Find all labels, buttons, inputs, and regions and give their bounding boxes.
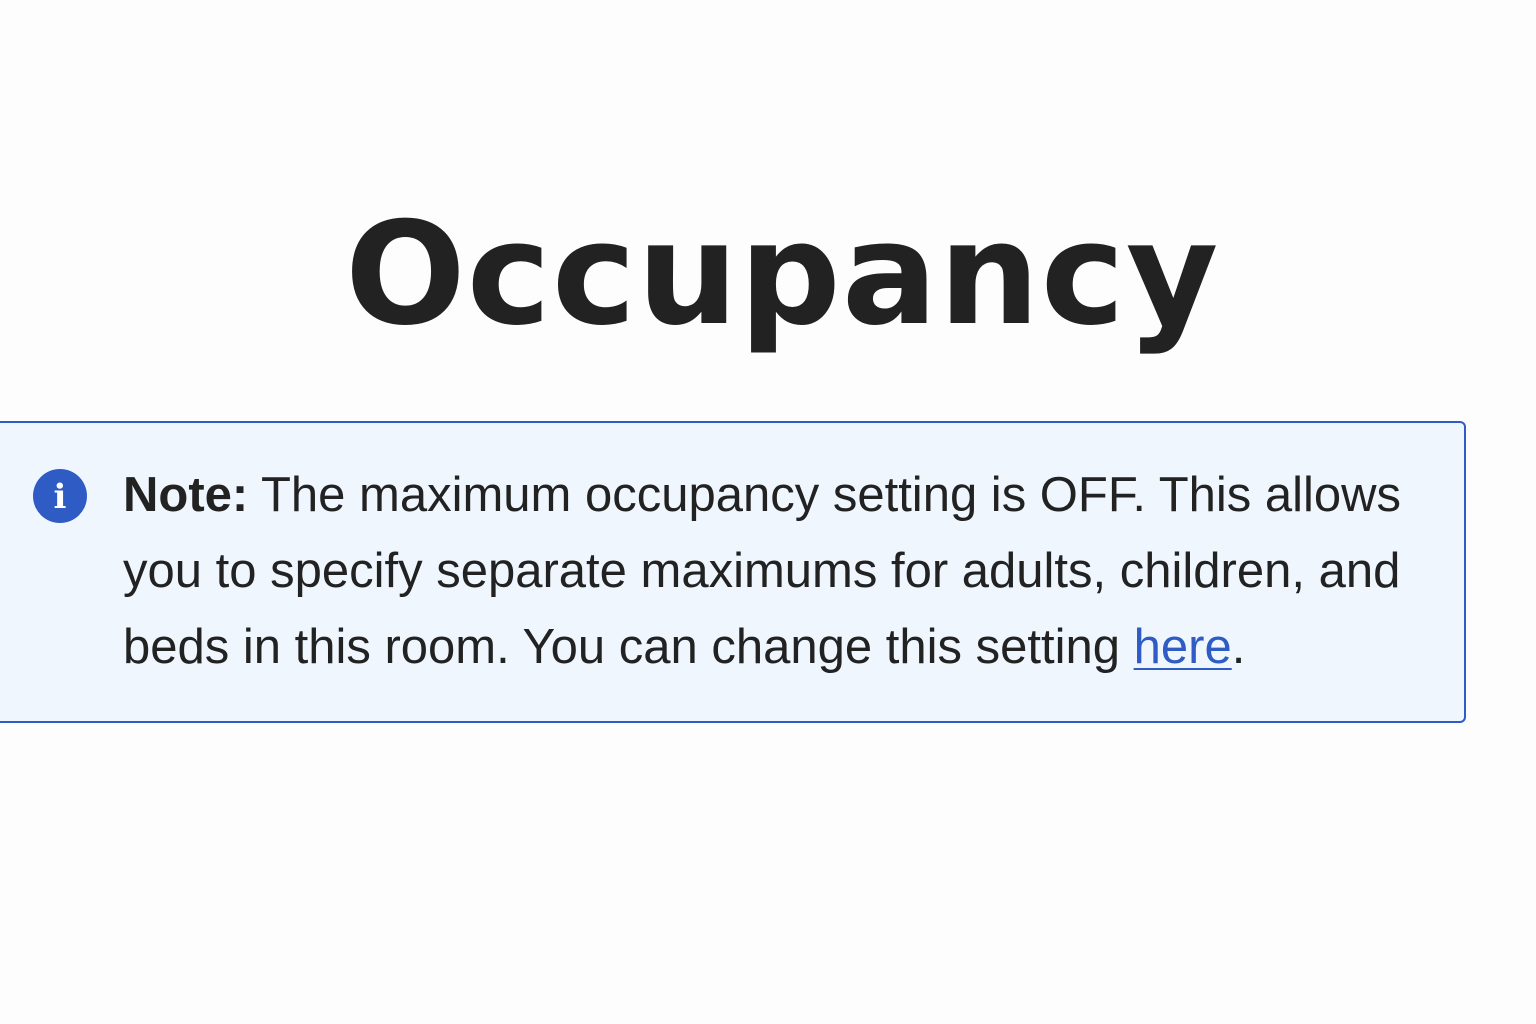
note-text: Note: The maximum occupancy setting is O… <box>123 457 1423 685</box>
info-icon-glyph: i <box>54 477 67 517</box>
info-callout: i Note: The maximum occupancy setting is… <box>0 421 1466 723</box>
change-setting-link[interactable]: here <box>1134 620 1232 674</box>
note-label: Note: <box>123 468 249 522</box>
info-icon: i <box>33 469 87 523</box>
page-title: Occupancy <box>345 192 1220 357</box>
note-trailing-punctuation: . <box>1231 620 1246 674</box>
